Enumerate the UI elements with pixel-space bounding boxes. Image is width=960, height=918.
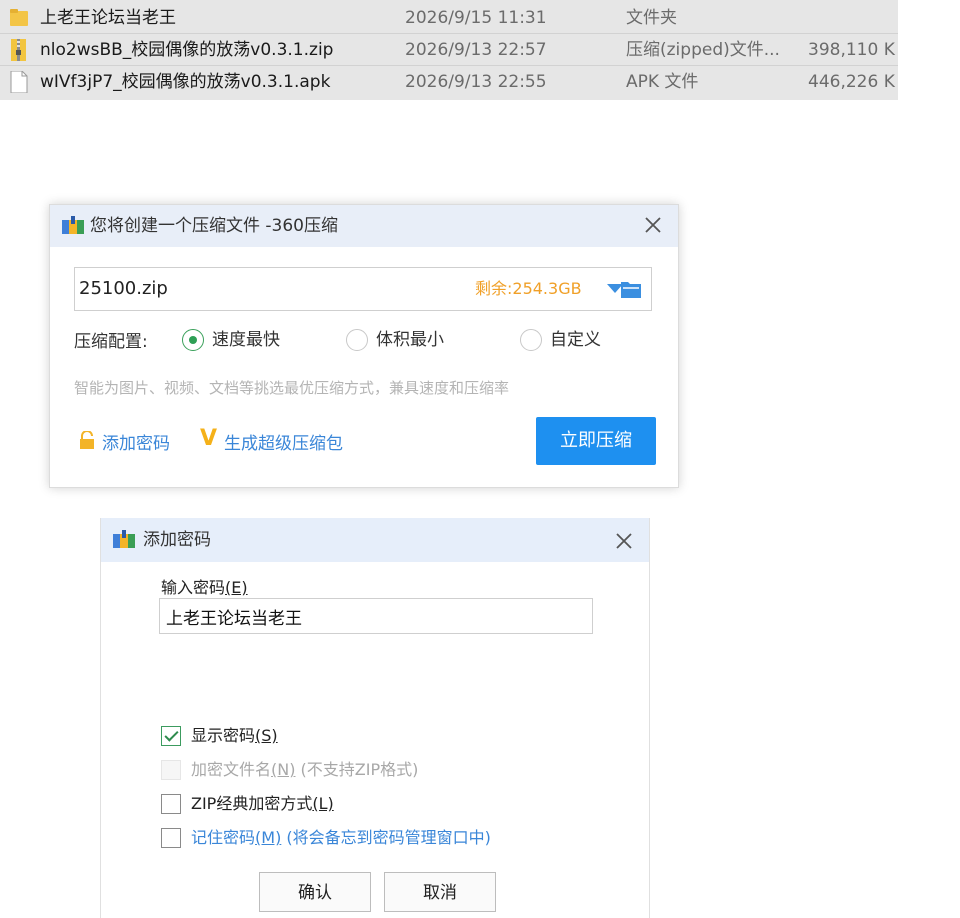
checkbox-box[interactable] bbox=[161, 828, 181, 848]
file-name: 上老王论坛当老王 bbox=[40, 8, 176, 28]
file-row-apk[interactable]: wIVf3jP7_校园偶像的放荡v0.3.1.apk 2026/9/13 22:… bbox=[0, 66, 898, 98]
file-name: nlo2wsBB_校园偶像的放荡v0.3.1.zip bbox=[40, 40, 334, 60]
checkbox-label: 加密文件名(N) (不支持ZIP格式) bbox=[191, 760, 419, 779]
zip-file-icon bbox=[11, 39, 26, 61]
file-size: 446,226 K bbox=[808, 72, 895, 92]
radio-circle[interactable] bbox=[520, 329, 542, 351]
option-label[interactable]: 自定义 bbox=[550, 329, 601, 351]
vip-v-icon: V bbox=[200, 426, 218, 451]
option-label[interactable]: 速度最快 bbox=[212, 329, 280, 351]
checkbox-box[interactable] bbox=[161, 726, 181, 746]
password-dialog-titlebar: 添加密码 bbox=[101, 518, 649, 562]
file-date: 2026/9/15 11:31 bbox=[405, 8, 547, 28]
file-type: 文件夹 bbox=[626, 8, 677, 28]
radio-circle[interactable] bbox=[346, 329, 368, 351]
file-list: 上老王论坛当老王 2026/9/15 11:31 文件夹 nlo2wsBB_校园… bbox=[0, 0, 898, 100]
close-icon[interactable] bbox=[642, 214, 664, 236]
compression-hint: 智能为图片、视频、文档等挑选最优压缩方式，兼具速度和压缩率 bbox=[74, 379, 510, 397]
radio-circle[interactable] bbox=[182, 329, 204, 351]
cancel-button[interactable]: 取消 bbox=[384, 872, 496, 912]
config-label: 压缩配置: bbox=[74, 332, 148, 352]
file-date: 2026/9/13 22:55 bbox=[405, 72, 547, 92]
password-dialog-title: 添加密码 bbox=[143, 530, 211, 550]
compress-dialog-titlebar: 您将创建一个压缩文件 -360压缩 bbox=[50, 205, 678, 247]
checkbox-box[interactable] bbox=[161, 794, 181, 814]
file-type: 压缩(zipped)文件... bbox=[626, 40, 780, 60]
compress-dialog: 您将创建一个压缩文件 -360压缩 25100.zip 剩余:254.3GB 压… bbox=[49, 204, 679, 488]
file-row-zip[interactable]: nlo2wsBB_校园偶像的放荡v0.3.1.zip 2026/9/13 22:… bbox=[0, 34, 898, 66]
output-path-value[interactable]: 25100.zip bbox=[79, 268, 168, 310]
folder-icon bbox=[10, 9, 28, 26]
checkbox-label[interactable]: 显示密码(S) bbox=[191, 726, 278, 746]
file-icon bbox=[10, 71, 28, 93]
checkbox-label[interactable]: 记住密码(M) (将会备忘到密码管理窗口中) bbox=[191, 828, 491, 848]
checkbox-box bbox=[161, 760, 181, 780]
archive-app-icon bbox=[62, 216, 84, 234]
file-row-folder[interactable]: 上老王论坛当老王 2026/9/15 11:31 文件夹 bbox=[0, 2, 898, 34]
file-name: wIVf3jP7_校园偶像的放荡v0.3.1.apk bbox=[40, 72, 331, 92]
super-archive-link[interactable]: 生成超级压缩包 bbox=[224, 429, 343, 454]
output-path-field[interactable]: 25100.zip 剩余:254.3GB bbox=[74, 267, 652, 311]
archive-app-icon bbox=[113, 530, 135, 548]
password-dialog: 添加密码 输入密码(E) 显示密码(S) 加密文件名(N) (不支持ZIP格式)… bbox=[100, 518, 650, 918]
file-date: 2026/9/13 22:57 bbox=[405, 40, 547, 60]
file-size: 398,110 K bbox=[808, 40, 895, 60]
checkbox-label[interactable]: ZIP经典加密方式(L) bbox=[191, 794, 334, 814]
confirm-button[interactable]: 确认 bbox=[259, 872, 371, 912]
add-password-link[interactable]: 添加密码 bbox=[102, 429, 170, 454]
password-input-label: 输入密码(E) bbox=[161, 578, 248, 597]
compress-now-button[interactable]: 立即压缩 bbox=[536, 417, 656, 465]
option-label[interactable]: 体积最小 bbox=[376, 329, 444, 351]
password-input[interactable] bbox=[159, 598, 593, 634]
browse-folder-icon[interactable] bbox=[621, 280, 641, 298]
remaining-space: 剩余:254.3GB bbox=[475, 279, 582, 298]
lock-icon[interactable] bbox=[78, 431, 96, 449]
compress-dialog-title: 您将创建一个压缩文件 -360压缩 bbox=[90, 216, 338, 236]
close-icon[interactable] bbox=[613, 530, 635, 552]
file-type: APK 文件 bbox=[626, 72, 699, 92]
